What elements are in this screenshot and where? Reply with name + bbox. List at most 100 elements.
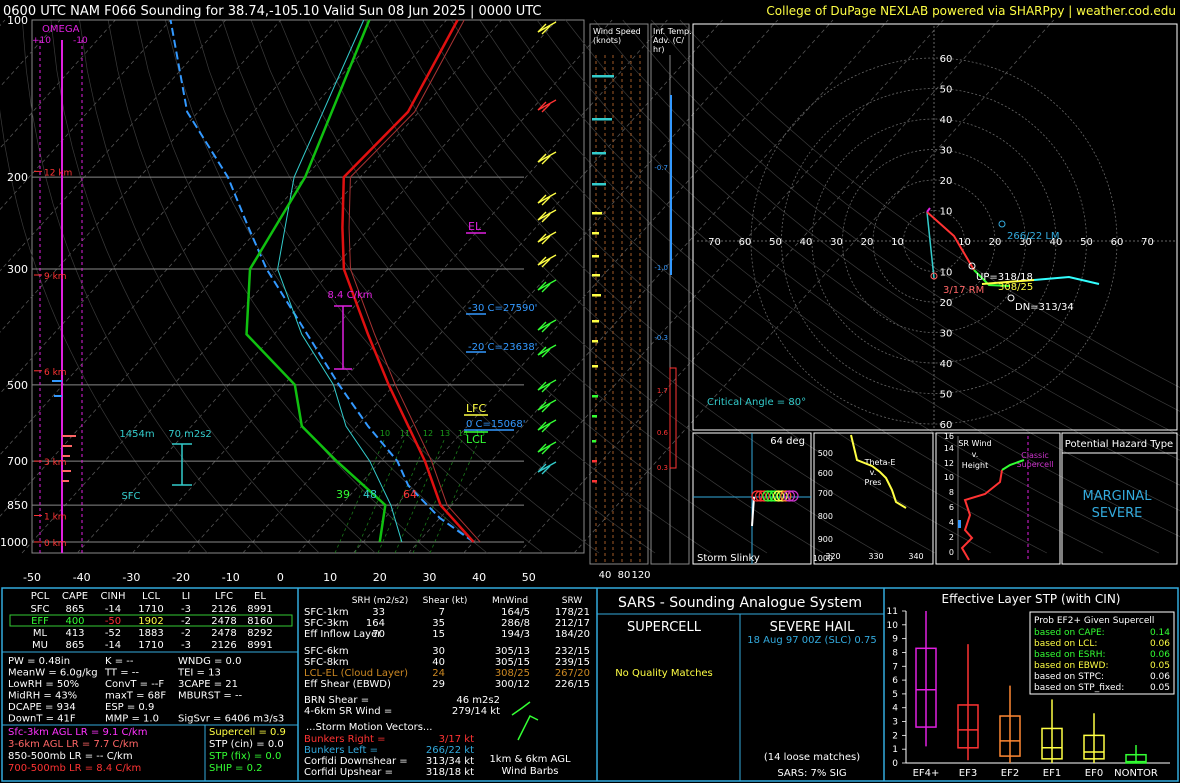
- sfc-tw-label: 48: [363, 488, 377, 501]
- pressure-tick: 100: [7, 14, 28, 27]
- kin-motion-title: ...Storm Motion Vectors...: [306, 722, 432, 733]
- hodo-critical-angle: Critical Angle = 80°: [707, 397, 806, 408]
- parcel-header: CINH: [101, 591, 126, 602]
- theta-e-xtick: 340: [908, 552, 923, 561]
- wind-speed-bar: [592, 294, 601, 297]
- sars-title: SARS - Sounding Analogue System: [618, 595, 862, 611]
- hodo-ring-label-s: 20: [940, 298, 953, 309]
- temp-adv-label: 0.3: [657, 464, 668, 472]
- parcel-header: LI: [182, 591, 191, 602]
- kin-srw: 267/20: [555, 668, 590, 679]
- wind-speed-bar: [592, 232, 599, 235]
- kin-brn-value: 46 m2s2: [456, 695, 500, 706]
- lapse-rate-block: Sfc-3km AGL LR = 9.1 C/km3-6km AGL LR = …: [8, 727, 147, 774]
- temp-tick: 0: [277, 571, 284, 584]
- index-value: maxT = 68F: [105, 691, 166, 702]
- temp-adv-label: -0.7: [654, 164, 668, 172]
- kin-motion-value: 318/18 kt: [426, 767, 474, 778]
- kin-label: Eff Shear (EBWD): [304, 679, 391, 690]
- eff-layer-srh: 70 m2s2: [168, 429, 212, 440]
- wind-speed-bar: [592, 183, 606, 186]
- sars-no-match: No Quality Matches: [615, 668, 713, 679]
- stp-category: EF3: [959, 768, 977, 779]
- kin-srw: 232/15: [555, 646, 590, 657]
- hodo-rm-label: 3/17 RM: [943, 285, 984, 296]
- kin-motion-label: Bunkers Left =: [304, 745, 378, 756]
- sr-wind-ytick: 16: [944, 432, 954, 441]
- parcel-cell: -3: [181, 604, 191, 615]
- theta-e-ytick: 900: [818, 535, 833, 544]
- kin-label: SFC-6km: [304, 646, 349, 657]
- kin-barb-label-2: Wind Barbs: [502, 766, 559, 777]
- kin-header: SRW: [562, 596, 583, 606]
- wind-speed-bar: [592, 255, 599, 258]
- index-value: PW = 0.48in: [8, 656, 70, 667]
- stp-legend-label: based on CAPE:: [1034, 628, 1105, 638]
- sars-severe-hail: SEVERE HAIL: [770, 620, 855, 635]
- height-label: 0 km: [44, 539, 67, 549]
- stp-legend-value: 0.14: [1150, 628, 1170, 638]
- temp-adv-label: 0.6: [657, 429, 669, 437]
- parcel-header: LCL: [142, 591, 161, 602]
- wind-speed-bar: [592, 274, 600, 277]
- height-label: 3 km: [44, 458, 67, 468]
- parcel-cell: -14: [105, 640, 121, 651]
- theta-e-label-3: Pres: [865, 478, 882, 487]
- stp-legend-value: 0.06: [1150, 672, 1170, 682]
- stp-legend-title: Prob EF2+ Given Supercell: [1034, 616, 1154, 626]
- wind-speed-bar: [592, 212, 602, 215]
- lapse-rate-value: Sfc-3km AGL LR = 9.1 C/km: [8, 727, 147, 738]
- index-value: LowRH = 50%: [8, 679, 79, 690]
- index-value: TT = --: [104, 668, 139, 679]
- hodo-ring-label-s: 40: [940, 359, 953, 370]
- hodo-ring-label-s: 50: [940, 390, 953, 401]
- stp-ytick: 10: [887, 621, 899, 631]
- temp-adv-title-1: Inf. Temp.: [653, 27, 692, 36]
- kin-header: Shear (kt): [423, 596, 468, 606]
- index-value: WNDG = 0.0: [178, 656, 241, 667]
- kin-shear: 40: [432, 657, 445, 668]
- kin-header: MnWind: [492, 596, 528, 606]
- kin-shear: 35: [432, 618, 445, 629]
- stp-ytick: 1: [892, 745, 898, 755]
- sr-wind-label-2: v.: [972, 450, 979, 459]
- kin-srh: 33: [372, 607, 385, 618]
- hazard-value-1: MARGINAL: [1083, 489, 1153, 504]
- kin-motion-value: 266/22 kt: [426, 745, 474, 756]
- index-value: TEI = 13: [177, 668, 221, 679]
- kin-label: LCL-EL (Cloud Layer): [304, 668, 408, 679]
- composite-value: STP (cin) = 0.0: [209, 739, 284, 750]
- kin-motion-label: Bunkers Right =: [304, 734, 386, 745]
- hodo-dn-label: DN=313/34: [1015, 302, 1074, 313]
- kin-mnwind: 305/15: [495, 657, 530, 668]
- index-value: MidRH = 43%: [8, 691, 77, 702]
- stp-title: Effective Layer STP (with CIN): [942, 592, 1121, 606]
- index-value: 3CAPE = 21: [178, 679, 238, 690]
- wind-speed-bar: [592, 395, 598, 398]
- temp-tick: 20: [373, 571, 387, 584]
- kin-mnwind: 300/12: [495, 679, 530, 690]
- kin-shear: 7: [439, 607, 445, 618]
- stp-ytick: 5: [892, 690, 898, 700]
- kin-srwind-label: 4-6km SR Wind =: [304, 706, 392, 717]
- index-value: ConvT = --F: [105, 679, 164, 690]
- parcel-cell: 8991: [247, 604, 272, 615]
- stp-ytick: 11: [887, 607, 898, 617]
- parcel-cell: 2478: [211, 616, 236, 627]
- hodo-ring-label: 20: [940, 176, 953, 187]
- theta-e-ytick: 800: [818, 512, 833, 521]
- stp-legend-value: 0.06: [1150, 650, 1170, 660]
- hodo-ring-label-s: 60: [940, 420, 953, 431]
- header-credit: College of DuPage NEXLAB powered via SHA…: [766, 4, 1176, 18]
- temp-tick: -40: [73, 571, 91, 584]
- lapse-rate-value: 3-6km AGL LR = 7.7 C/km: [8, 739, 138, 750]
- temp-adv-label: -0.3: [654, 334, 668, 342]
- kin-motion-label: Corfidi Upshear =: [304, 767, 393, 778]
- sr-wind-ytick: 14: [944, 444, 954, 453]
- parcel-cell: -14: [105, 604, 121, 615]
- kin-shear: 29: [432, 679, 445, 690]
- kin-srw: 239/15: [555, 657, 590, 668]
- temp-tick: -20: [172, 571, 190, 584]
- hodo-axis-label: 20: [861, 237, 874, 248]
- temp-tick: 40: [472, 571, 486, 584]
